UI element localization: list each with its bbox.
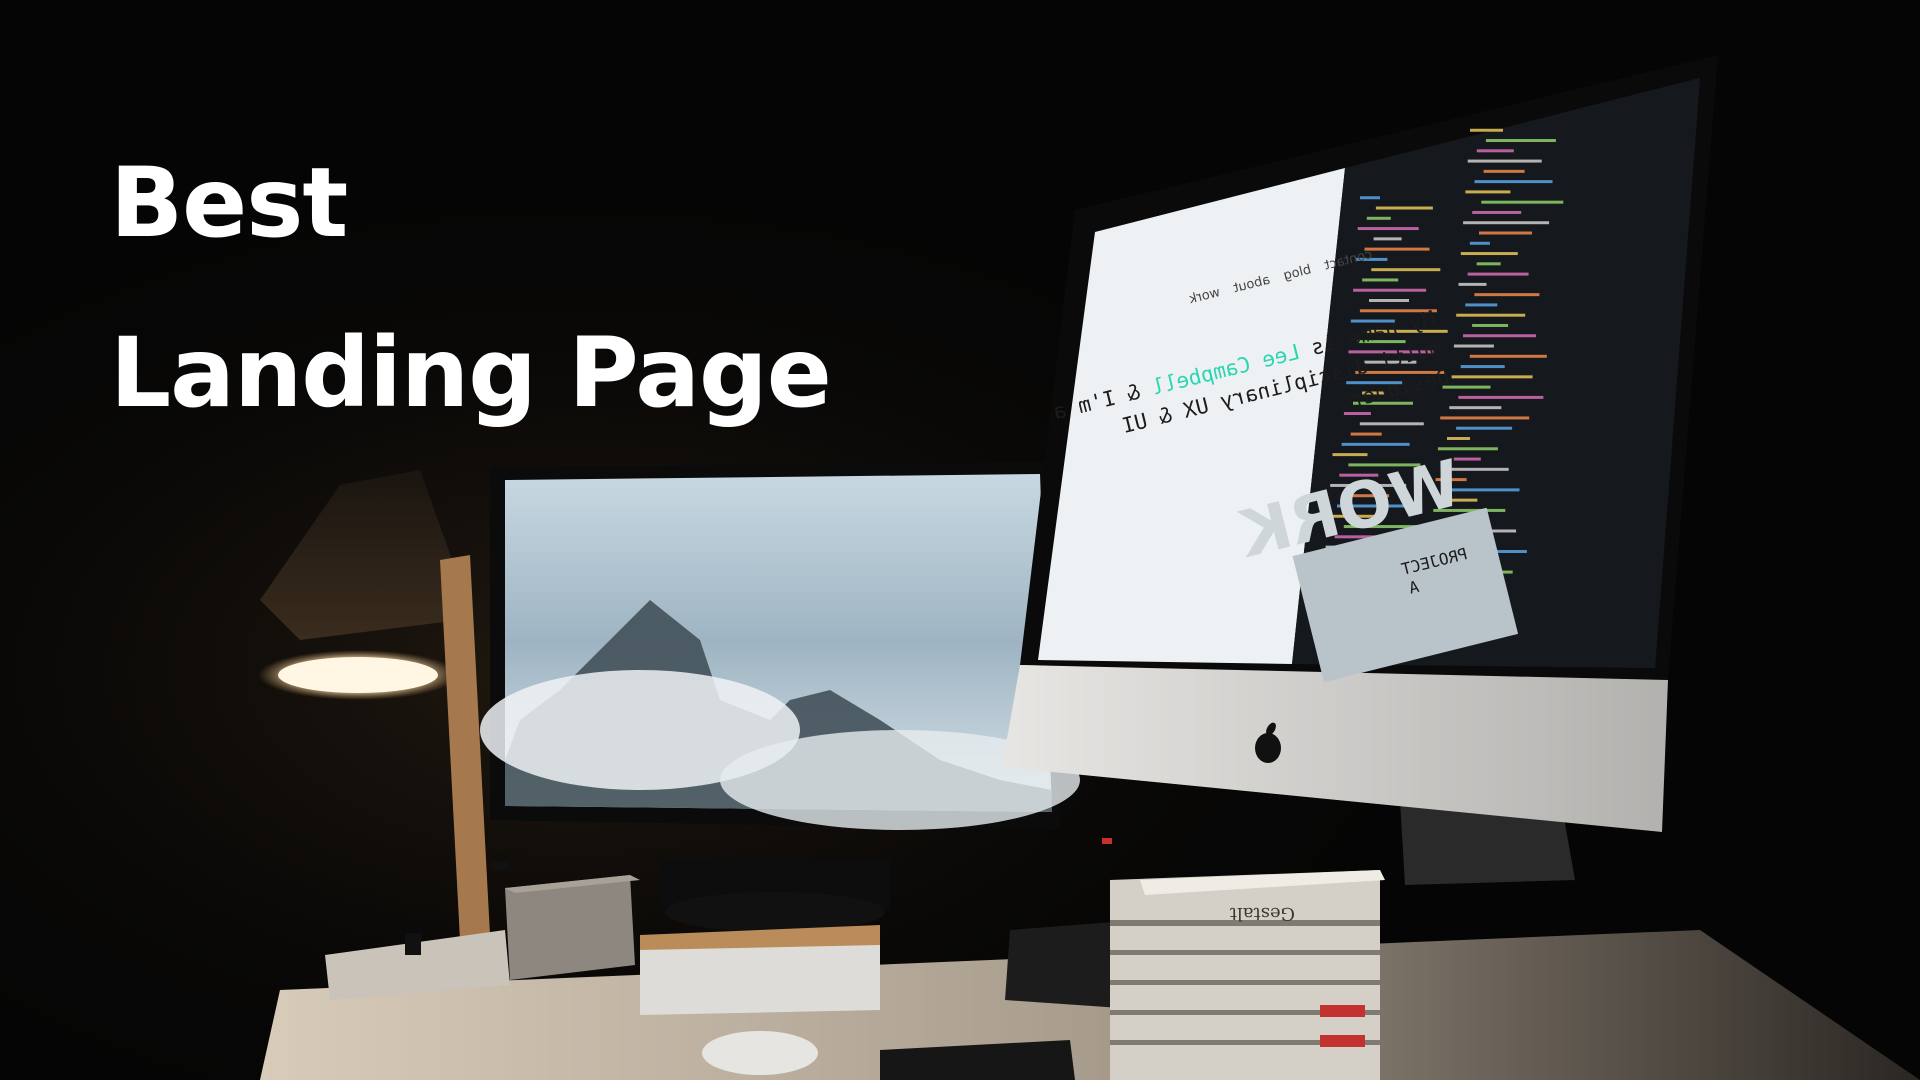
- code-line: [1469, 241, 1490, 245]
- code-line: [1474, 293, 1540, 297]
- code-line: [1451, 375, 1533, 379]
- code-line: [1476, 262, 1501, 266]
- headline-line-2: Landing Page: [110, 317, 832, 429]
- code-line: [1362, 278, 1399, 282]
- code-line: [1353, 288, 1427, 292]
- book-stack: Gestalt: [1110, 870, 1385, 1080]
- code-line: [1463, 221, 1550, 225]
- code-line: [1350, 432, 1382, 436]
- code-line: [1481, 200, 1564, 204]
- code-line: [1364, 247, 1430, 251]
- book-spine-text: Gestalt: [1229, 903, 1295, 924]
- code-line: [1456, 426, 1513, 430]
- hero-headline: Best Landing Page: [110, 118, 832, 458]
- code-line: [1485, 139, 1556, 143]
- code-line: [1465, 303, 1498, 307]
- code-line: [1460, 252, 1518, 256]
- magic-mouse: [702, 1031, 818, 1075]
- code-line: [1369, 299, 1409, 302]
- code-line: [1453, 457, 1481, 461]
- cork-box: [640, 925, 880, 1015]
- code-line: [1467, 159, 1542, 163]
- code-line: [1357, 227, 1419, 231]
- code-line: [1456, 313, 1526, 317]
- code-line: [1476, 149, 1514, 153]
- code-line: [1371, 268, 1441, 272]
- code-line: [1332, 453, 1368, 457]
- code-line: [1449, 406, 1502, 410]
- code-line: [1341, 442, 1410, 446]
- code-line: [1472, 323, 1509, 327]
- code-line: [1360, 196, 1380, 200]
- code-line: [1458, 282, 1487, 286]
- code-line: [1469, 354, 1547, 358]
- code-line: [1458, 395, 1544, 399]
- code-line: [1479, 231, 1532, 235]
- code-line: [1440, 416, 1530, 420]
- code-line: [1373, 237, 1402, 241]
- code-line: [1460, 365, 1505, 369]
- power-led: [1102, 838, 1112, 844]
- code-line: [1453, 344, 1494, 348]
- concrete-pot: [505, 875, 640, 980]
- code-line: [1447, 437, 1470, 440]
- code-line: [1366, 216, 1391, 220]
- code-line: [1359, 422, 1424, 426]
- code-line: [1463, 334, 1536, 338]
- code-line: [1483, 169, 1525, 173]
- code-line: [1467, 272, 1529, 276]
- code-line: [1375, 206, 1433, 210]
- code-line: [1465, 190, 1511, 194]
- code-line: [1470, 128, 1503, 132]
- code-line: [1472, 210, 1522, 214]
- headline-line-1: Best: [110, 147, 348, 259]
- code-line: [1474, 180, 1553, 184]
